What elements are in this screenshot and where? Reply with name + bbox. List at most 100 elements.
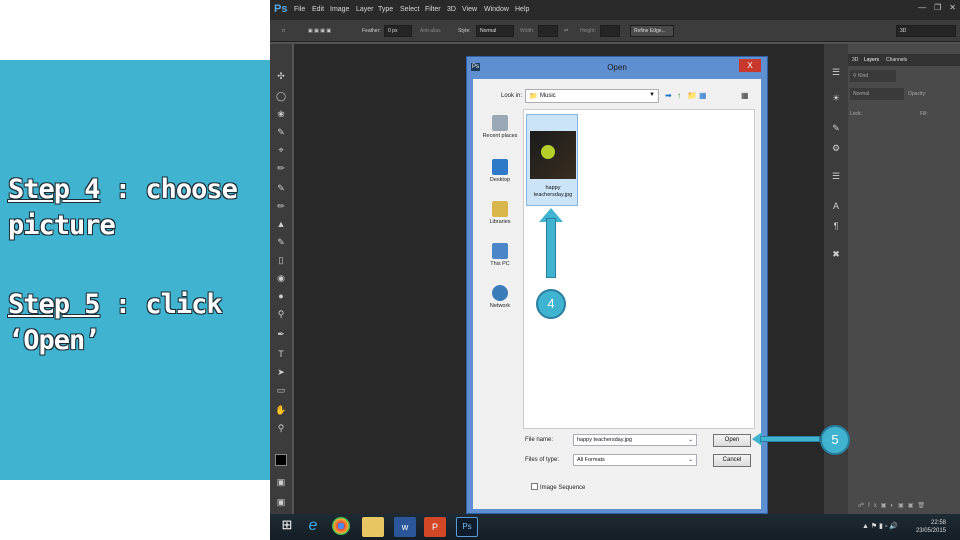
libraries-icon (492, 201, 508, 217)
refine-edge-button[interactable]: Refine Edge... (630, 25, 674, 37)
step5-action: : click (99, 289, 223, 320)
chrome-icon[interactable] (332, 517, 350, 535)
place-libraries[interactable]: Libraries (477, 201, 523, 225)
adjustments-panel-icon[interactable]: ☀ (830, 92, 842, 104)
workspace-select[interactable]: 3D (896, 25, 956, 37)
style-select[interactable]: Normal (476, 25, 514, 37)
tray-icons[interactable]: ▲ ⚑ ▮ ▫ 🔊 (862, 522, 898, 530)
menu-help[interactable]: Help (515, 6, 529, 13)
place-this-pc[interactable]: This PC (477, 243, 523, 267)
path-select-icon[interactable]: ➤ (275, 366, 287, 378)
pen-tool-icon[interactable]: ✒ (275, 328, 287, 340)
menu-3d[interactable]: 3D (447, 6, 456, 13)
place-desktop[interactable]: Desktop (477, 159, 523, 183)
tab-3d[interactable]: 3D (852, 57, 858, 63)
history-panel-icon[interactable]: ☰ (830, 66, 842, 78)
brush-panel-icon[interactable]: ✎ (830, 122, 842, 134)
layer-actions-icons[interactable]: ☍fx▣◐▣▣🗑 (858, 502, 929, 509)
preview-icon[interactable]: ▦ (741, 91, 749, 100)
look-in-select[interactable]: 📁 Music ▼ (525, 89, 659, 103)
width-input[interactable] (538, 25, 558, 37)
look-in-value: Music (540, 93, 556, 99)
clone-stamp-icon[interactable]: ▲ (275, 218, 287, 230)
dodge-tool-icon[interactable]: ⚲ (275, 308, 287, 320)
panel-tabs: 3D Layers Channels (848, 54, 960, 66)
type-tool-icon[interactable]: T (275, 348, 287, 360)
foreground-color-swatch[interactable] (275, 454, 287, 466)
place-network[interactable]: Network (477, 285, 523, 309)
minimize-icon[interactable]: — (918, 3, 926, 12)
eyedropper-icon[interactable]: ✏ (275, 162, 287, 174)
files-of-type-select[interactable]: All Formats ⌄ (573, 454, 697, 466)
file-name-input[interactable]: happy teachersday.jpg ⌄ (573, 434, 697, 446)
place-label: Network (489, 303, 511, 309)
file-caption-line1: happy (545, 185, 561, 191)
hand-tool-icon[interactable]: ✋ (275, 404, 287, 416)
quick-mask-icon[interactable]: ▣ (275, 476, 287, 488)
menu-type[interactable]: Type (378, 6, 393, 13)
callout-step5: 5 (820, 425, 850, 455)
cancel-button[interactable]: Cancel (713, 454, 751, 467)
marquee-tool-icon[interactable]: ◯ (275, 90, 287, 102)
start-button-icon[interactable]: ⊞ (276, 517, 298, 537)
paragraph-panel-icon[interactable]: ¶ (830, 220, 842, 232)
menu-select[interactable]: Select (400, 6, 419, 13)
healing-brush-icon[interactable]: ✎ (275, 182, 287, 194)
powerpoint-icon[interactable]: P (424, 517, 446, 537)
menu-edit[interactable]: Edit (312, 6, 324, 13)
tab-layers[interactable]: Layers (864, 57, 879, 63)
filter-kind-select[interactable]: ⚲ Kind (850, 70, 896, 82)
antialias-checkbox[interactable]: Anti-alias (420, 28, 441, 34)
brush-tool-icon[interactable]: ✏ (275, 200, 287, 212)
brush-presets-icon[interactable]: ⚙ (830, 142, 842, 154)
clone-source-icon[interactable]: ☰ (830, 170, 842, 182)
paint-bucket-icon[interactable]: ◉ (275, 272, 287, 284)
desktop-icon (492, 159, 508, 175)
close-icon[interactable]: ✕ (949, 3, 956, 12)
word-icon[interactable]: w (394, 517, 416, 537)
instruction-panel: Step 4 : choose picture Step 5 : click ‘… (0, 60, 272, 480)
zoom-tool-icon[interactable]: ⚲ (275, 422, 287, 434)
ie-icon[interactable]: e (302, 517, 324, 537)
menu-filter[interactable]: Filter (425, 6, 441, 13)
open-button[interactable]: Open (713, 434, 751, 447)
tool-presets-icon[interactable]: ✖ (830, 248, 842, 260)
slide: Step 4 : choose picture Step 5 : click ‘… (0, 0, 960, 540)
quick-select-icon[interactable]: ✎ (275, 126, 287, 138)
blend-mode-select[interactable]: Normal (850, 88, 904, 100)
up-folder-icon[interactable]: ↑ (677, 91, 681, 100)
image-sequence-checkbox[interactable]: Image Sequence (531, 483, 585, 491)
menu-image[interactable]: Image (330, 6, 349, 13)
view-menu-icon[interactable]: ▦ (699, 91, 707, 100)
back-icon[interactable]: ➡ (665, 91, 672, 100)
screen-mode-icon[interactable]: ▣ (275, 496, 287, 508)
chevron-down-icon: ⌄ (688, 437, 693, 443)
height-input[interactable] (600, 25, 620, 37)
swap-icon[interactable]: ⇄ (564, 28, 568, 34)
menu-view[interactable]: View (462, 6, 477, 13)
selection-mode-icons[interactable]: ▣ ▣ ▣ ▣ (308, 28, 331, 34)
menu-layer[interactable]: Layer (356, 6, 374, 13)
tab-channels[interactable]: Channels (886, 57, 907, 63)
window-controls: — ❐ ✕ (918, 3, 956, 12)
new-folder-icon[interactable]: 📁 (687, 91, 697, 100)
crop-tool-icon[interactable]: ⌖ (275, 144, 287, 156)
move-tool-icon[interactable]: ✣ (275, 70, 287, 82)
blur-tool-icon[interactable]: ● (275, 290, 287, 302)
shape-tool-icon[interactable]: ▭ (275, 384, 287, 396)
menu-file[interactable]: File (294, 6, 305, 13)
lasso-tool-icon[interactable]: ❀ (275, 108, 287, 120)
restore-icon[interactable]: ❐ (934, 3, 941, 12)
feather-input[interactable]: 0 px (384, 25, 412, 37)
dialog-close-button[interactable]: X (739, 59, 761, 72)
place-recent[interactable]: Recent places (477, 115, 523, 139)
menu-window[interactable]: Window (484, 6, 509, 13)
file-item-selected[interactable]: happy teachersday.jpg (526, 114, 578, 206)
photoshop-taskbar-icon[interactable]: Ps (456, 517, 478, 537)
marquee-tool-icon[interactable]: □ (282, 28, 285, 34)
eraser-tool-icon[interactable]: ▯ (275, 254, 287, 266)
checkbox-box[interactable] (531, 483, 538, 490)
history-brush-icon[interactable]: ✎ (275, 236, 287, 248)
character-panel-icon[interactable]: A (830, 200, 842, 212)
file-explorer-icon[interactable] (362, 517, 384, 537)
